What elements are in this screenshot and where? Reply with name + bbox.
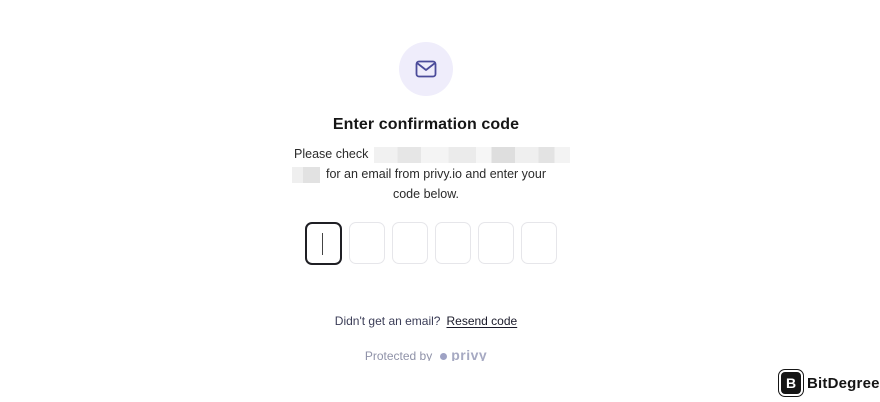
bitdegree-watermark: B BitDegree	[781, 371, 880, 395]
resend-prompt: Didn't get an email?	[334, 314, 441, 328]
code-digit-1[interactable]	[305, 222, 342, 265]
protected-by-label: Protected by	[364, 349, 433, 361]
page-title: Enter confirmation code	[332, 116, 520, 133]
mail-icon-container	[399, 42, 453, 96]
privy-logo: privy	[451, 347, 488, 361]
confirmation-modal: Enter confirmation code Please check for…	[0, 0, 880, 402]
instructions-line-3: code below.	[392, 187, 460, 201]
resend-code-link[interactable]: Resend code	[446, 314, 517, 328]
code-digit-5[interactable]	[478, 222, 514, 264]
instructions-line-2: for an email from privy.io and enter you…	[326, 167, 547, 181]
mail-icon	[415, 60, 437, 78]
redacted-email-tail	[292, 166, 320, 183]
code-digit-2[interactable]	[349, 222, 385, 264]
text-caret	[322, 233, 323, 255]
badge-letter: B	[785, 375, 797, 391]
dot-icon	[440, 352, 448, 360]
code-digit-4[interactable]	[435, 222, 471, 264]
code-input-row	[305, 222, 557, 265]
resend-row: Didn't get an email? Resend code	[0, 314, 852, 328]
bitdegree-name: BitDegree	[807, 374, 880, 392]
code-digit-6[interactable]	[521, 222, 557, 264]
code-digit-3[interactable]	[392, 222, 428, 264]
bitdegree-badge-icon: B	[781, 372, 801, 394]
protected-by-footer: Protected by privy	[0, 347, 852, 361]
instructions-prefix: Please check	[294, 147, 369, 161]
redacted-email	[374, 146, 571, 163]
